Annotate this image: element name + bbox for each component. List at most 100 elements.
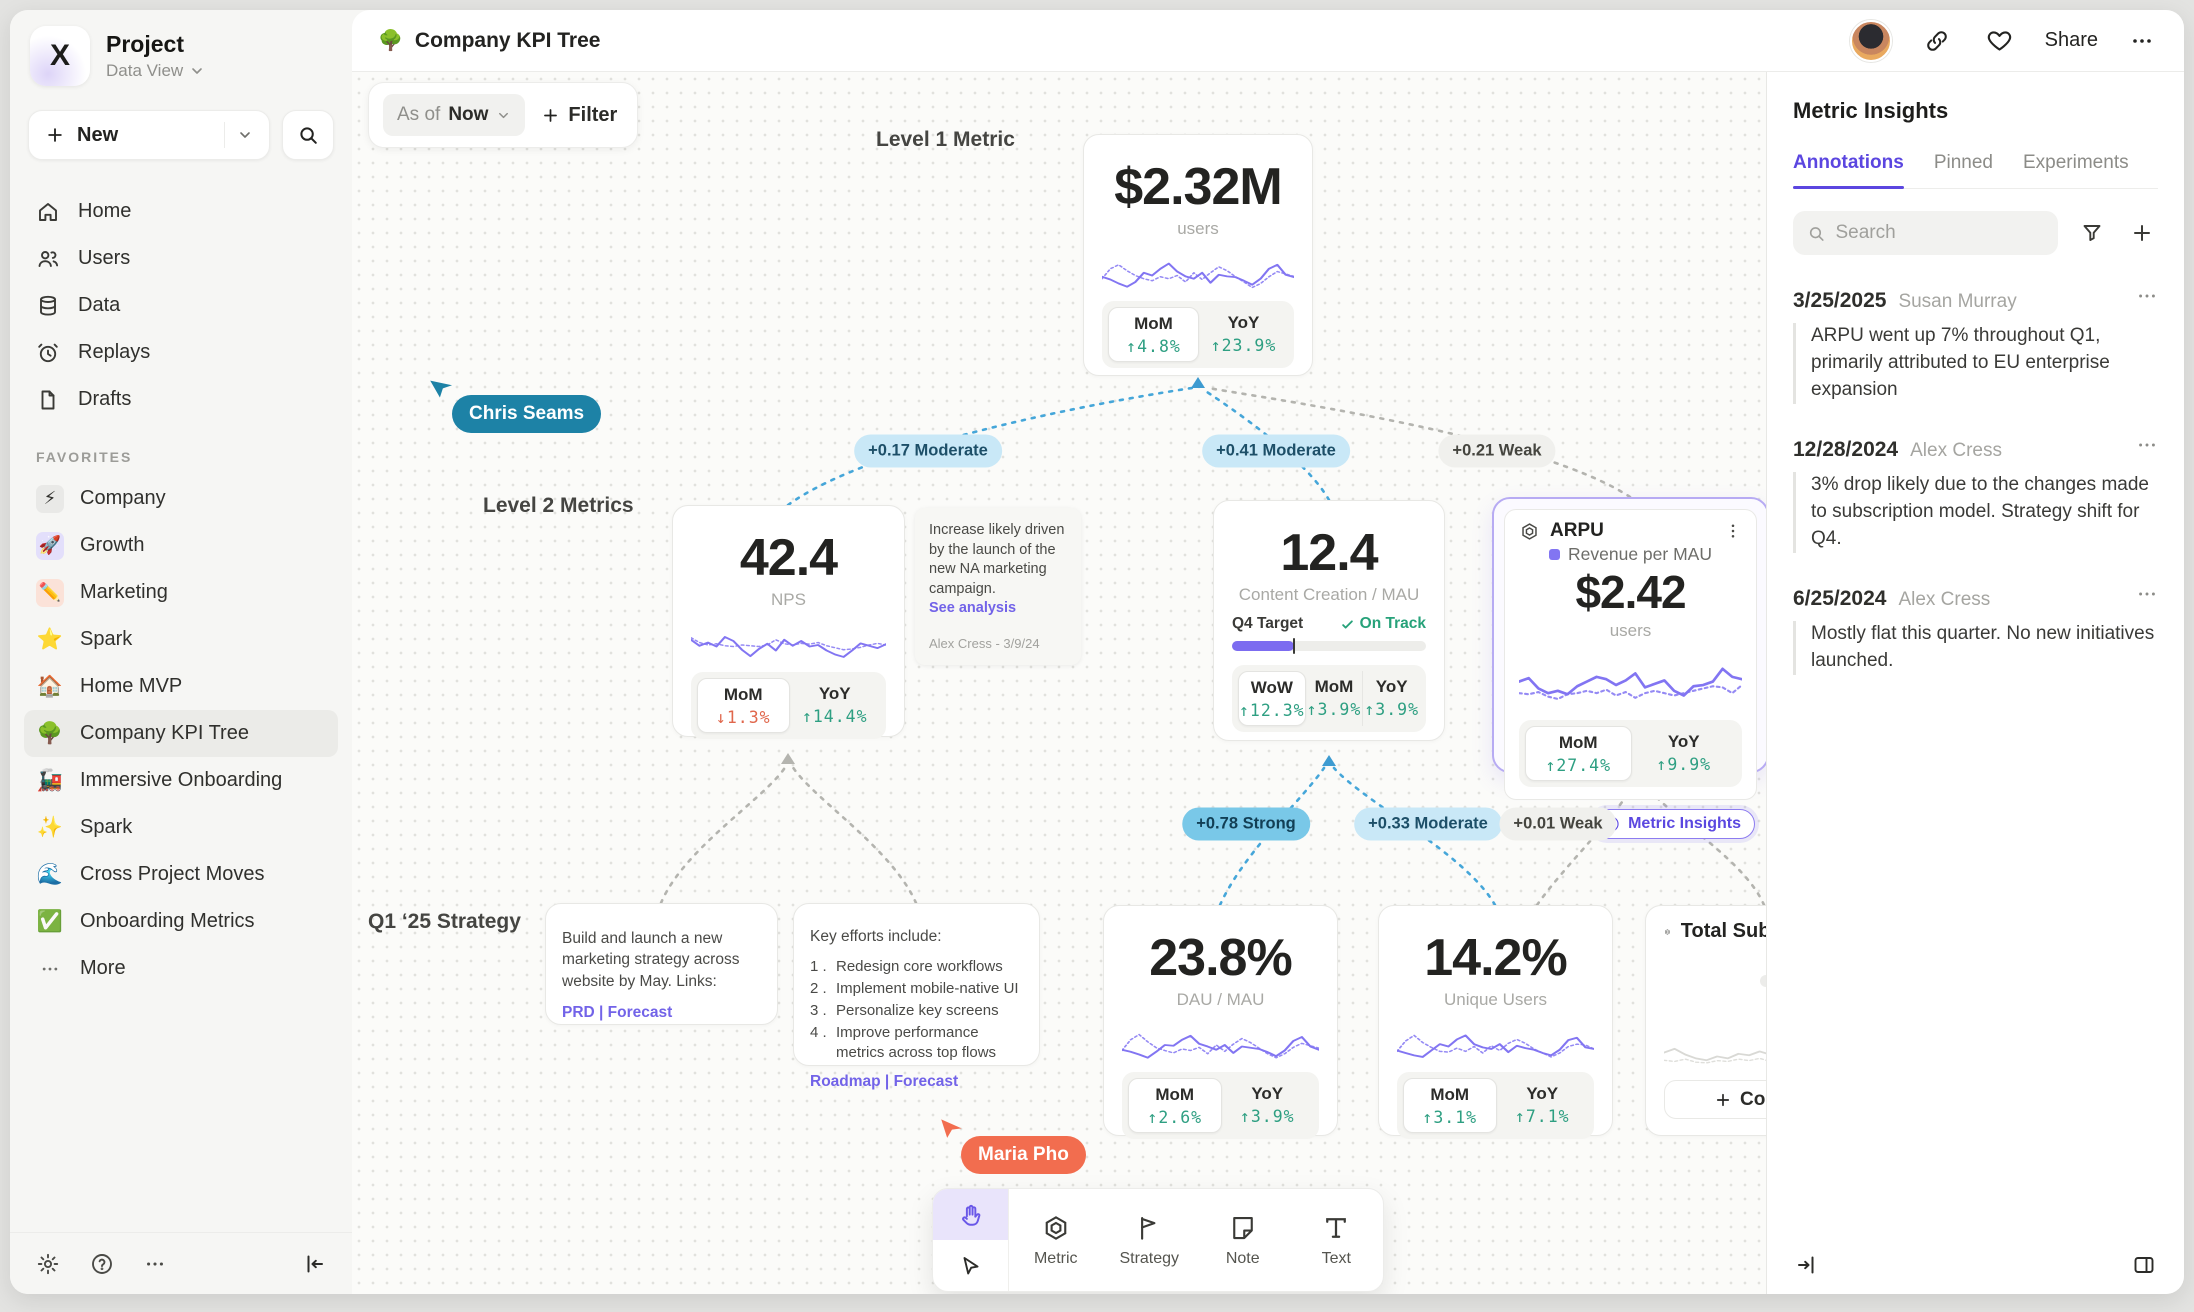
annotation-item[interactable]: 12/28/2024 Alex Cress 3% drop likely due… <box>1793 434 2158 553</box>
sparkles-icon: ✨ <box>36 814 64 842</box>
sidebar-search-button[interactable] <box>282 110 334 160</box>
sidebar-item-growth[interactable]: 🚀 Growth <box>24 522 338 569</box>
sidebar-item-company[interactable]: ⚡ Company <box>24 475 338 522</box>
stat-mom[interactable]: MoM ↑27.4% <box>1525 726 1632 781</box>
dots-icon[interactable] <box>2136 285 2158 307</box>
metric-card-increase-engagement[interactable]: Increase Engagement 12.4 Content Creatio… <box>1213 500 1445 741</box>
sidebar-item-replays[interactable]: Replays <box>10 329 352 376</box>
stat-yoy[interactable]: YoY ↑3.9% <box>1222 1078 1314 1133</box>
stat-yoy[interactable]: YoY ↑23.9% <box>1199 307 1288 362</box>
strategy-links[interactable]: Roadmap | Forecast <box>810 1073 1023 1091</box>
project-switcher[interactable]: X Project Data View <box>10 24 352 88</box>
favorite-button[interactable] <box>1982 23 2017 58</box>
add-annotation-button[interactable] <box>2126 217 2158 249</box>
as-of-dropdown[interactable]: As of Now <box>383 94 525 136</box>
connect-data-button[interactable]: Connect <box>1664 1080 1766 1119</box>
select-tool-button[interactable] <box>933 1240 1008 1291</box>
metric-insights-button[interactable]: Metric Insights <box>1592 809 1755 839</box>
metric-unit: NPS <box>691 590 886 610</box>
sidebar-item-company-kpi-tree[interactable]: 🌳 Company KPI Tree <box>24 710 338 757</box>
sidebar-item-users[interactable]: Users <box>10 235 352 282</box>
topbar-more-button[interactable] <box>2126 25 2158 57</box>
strategy-links[interactable]: PRD | Forecast <box>562 1004 761 1022</box>
annotation-date: 3/25/2025 <box>1793 289 1886 313</box>
user-avatar[interactable] <box>1850 20 1892 62</box>
note-tool-button[interactable]: Note <box>1196 1189 1290 1291</box>
search-input[interactable] <box>1835 222 2044 244</box>
collapse-sidebar-button[interactable] <box>298 1248 330 1280</box>
see-analysis-link[interactable]: See analysis <box>929 599 1067 619</box>
help-button[interactable] <box>86 1248 118 1280</box>
sidebar-item-more[interactable]: More <box>24 945 338 992</box>
annotations-search[interactable] <box>1793 211 2058 255</box>
metric-card-drive-daily-habbits[interactable]: Drive Daily Habbits 23.8% DAU / MAU MoM … <box>1103 905 1338 1136</box>
kebab-menu-icon[interactable] <box>1724 522 1742 540</box>
sidebar-item-data[interactable]: Data <box>10 282 352 329</box>
metric-card-30-day-retention[interactable]: 30 Day Retention 14.2% Unique Users MoM … <box>1378 905 1613 1136</box>
sidebar-item-cross-project-moves[interactable]: 🌊 Cross Project Moves <box>24 851 338 898</box>
chevron-down-icon[interactable] <box>237 127 253 143</box>
share-button[interactable]: Share <box>2045 29 2098 52</box>
stat-mom[interactable]: MoM ↑2.6% <box>1128 1078 1222 1133</box>
tab-pinned[interactable]: Pinned <box>1934 152 1993 188</box>
target-progress-bar <box>1232 641 1426 651</box>
dots-icon[interactable] <box>2136 583 2158 605</box>
metric-unit: Content Creation / MAU <box>1232 585 1426 605</box>
stat-row: MoM ↓1.3% YoY ↑14.4% <box>691 672 886 739</box>
sidebar-more-button[interactable] <box>140 1249 170 1279</box>
metric-card-customer-satisfaction[interactable]: Customer Satisfaction 42.4 NPS MoM ↓1.3%… <box>672 505 905 737</box>
hub-arrow-up <box>781 753 795 764</box>
strategy-card-marketing-revamp[interactable]: Marketing Revamp Build and launch a new … <box>545 903 778 1025</box>
sidebar-item-spark-2[interactable]: ✨ Spark <box>24 804 338 851</box>
metric-tool-button[interactable]: Metric <box>1009 1189 1103 1291</box>
annotation-item[interactable]: 6/25/2024 Alex Cress Mostly flat this qu… <box>1793 583 2158 675</box>
sparkline-chart <box>1102 247 1294 293</box>
fav-label: Onboarding Metrics <box>80 910 255 933</box>
new-button[interactable]: New <box>28 110 270 160</box>
expand-panel-button[interactable] <box>1791 1249 1823 1281</box>
copy-link-button[interactable] <box>1920 24 1954 58</box>
sidebar-item-drafts[interactable]: Drafts <box>10 376 352 423</box>
sidebar-item-home-mvp[interactable]: 🏠 Home MVP <box>24 663 338 710</box>
metric-card-total-subscriptions[interactable]: Total Subscriptions Connect <box>1645 905 1766 1136</box>
sidebar-item-marketing[interactable]: ✏️ Marketing <box>24 569 338 616</box>
hub-arrow-up <box>1322 755 1336 766</box>
kpi-tree-canvas[interactable]: As of Now Filter Level 1 Metric Level 2 … <box>352 72 1766 1294</box>
stat-yoy[interactable]: YoY ↑3.9% <box>1362 671 1420 726</box>
strategy-tool-button[interactable]: Strategy <box>1103 1189 1197 1291</box>
settings-button[interactable] <box>32 1248 64 1280</box>
metric-card-arpu-selected[interactable]: ARPU Revenue per MAU $2.42 users MoM <box>1492 497 1766 773</box>
stat-mom[interactable]: MoM ↓1.3% <box>697 678 790 733</box>
dots-icon[interactable] <box>2136 434 2158 456</box>
stat-wow[interactable]: WoW ↑12.3% <box>1238 671 1306 726</box>
nav-label: Replays <box>78 341 150 364</box>
tab-experiments[interactable]: Experiments <box>2023 152 2129 188</box>
add-filter-button[interactable]: Filter <box>541 104 617 127</box>
stat-mom[interactable]: MoM ↑3.1% <box>1403 1078 1497 1133</box>
tab-annotations[interactable]: Annotations <box>1793 152 1904 188</box>
sidebar-item-onboarding-metrics[interactable]: ✅ Onboarding Metrics <box>24 898 338 945</box>
sidebar-item-spark[interactable]: ⭐ Spark <box>24 616 338 663</box>
stat-row: MoM ↑4.8% YoY ↑23.9% <box>1102 301 1294 368</box>
sidebar: X Project Data View New <box>10 10 352 1294</box>
text-tool-button[interactable]: Text <box>1290 1189 1384 1291</box>
canvas-note[interactable]: Increase likely driven by the launch of … <box>915 508 1081 665</box>
stat-yoy[interactable]: YoY ↑9.9% <box>1632 726 1737 781</box>
stat-mom[interactable]: MoM ↑4.8% <box>1108 307 1199 362</box>
annotation-item[interactable]: 3/25/2025 Susan Murray ARPU went up 7% t… <box>1793 285 2158 404</box>
edge-label: +0.33 Moderate <box>1354 808 1502 841</box>
stat-yoy[interactable]: YoY ↑14.4% <box>790 678 881 733</box>
stat-mom[interactable]: MoM ↑3.9% <box>1306 671 1363 726</box>
sidebar-item-immersive-onboarding[interactable]: 🚂 Immersive Onboarding <box>24 757 338 804</box>
strategy-card-mobile-first-momentum[interactable]: Mobile-First Momentum Key efforts includ… <box>793 903 1040 1066</box>
sparkline-chart <box>1122 1018 1319 1064</box>
toggle-panel-button[interactable] <box>2128 1249 2160 1281</box>
funnel-icon <box>2080 221 2104 245</box>
note-icon <box>1228 1213 1258 1243</box>
metric-card-increase-revenue[interactable]: Increase Revenue $2.32M users MoM ↑4.8% … <box>1083 134 1313 376</box>
stat-yoy[interactable]: YoY ↑7.1% <box>1497 1078 1589 1133</box>
hand-tool-button[interactable] <box>933 1189 1008 1240</box>
sidebar-item-home[interactable]: Home <box>10 188 352 235</box>
tree-icon: 🌳 <box>36 720 64 748</box>
filter-annotations-button[interactable] <box>2076 217 2108 249</box>
